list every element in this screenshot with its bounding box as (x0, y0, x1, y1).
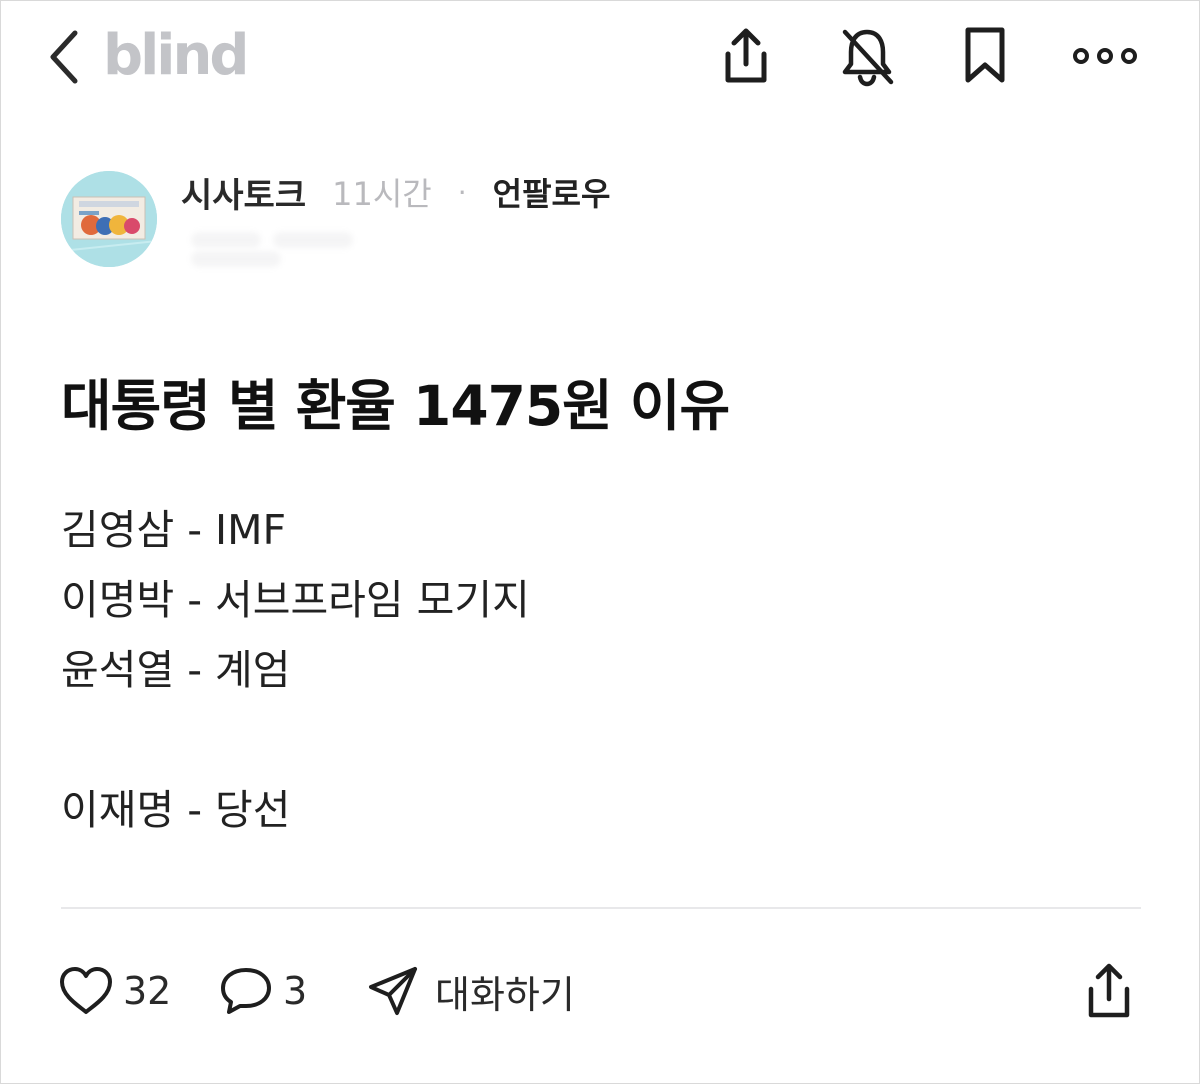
send-icon (369, 967, 417, 1015)
post-line: 이명박 - 서브프라임 모기지 (61, 576, 530, 624)
post-line: 이재명 - 당선 (61, 786, 291, 834)
comment-button[interactable]: 3 (217, 951, 307, 1031)
chat-button[interactable]: 대화하기 (365, 951, 575, 1031)
separator-dot: · (457, 175, 467, 209)
post-body: 김영삼 - IMF 이명박 - 서브프라임 모기지 윤석열 - 계엄 이재명 -… (61, 495, 530, 845)
like-button[interactable]: 32 (57, 951, 171, 1031)
comment-count: 3 (283, 969, 308, 1013)
divider (61, 907, 1141, 909)
share-icon (1088, 963, 1130, 1018)
share-icon[interactable] (711, 21, 781, 91)
bookmark-icon[interactable] (950, 21, 1020, 91)
comment-icon (221, 968, 271, 1014)
channel-name[interactable]: 시사토크 (181, 168, 306, 217)
brand-logo: blind (103, 23, 249, 88)
unfollow-button[interactable]: 언팔로우 (493, 169, 611, 215)
bell-off-icon[interactable] (832, 21, 902, 91)
post-page: blind 시사토크 11시간 · 언팔로우 대통령 별 환율 1475원 이유… (0, 0, 1200, 1084)
author-line: 시사토크 11시간 · 언팔로우 (181, 167, 610, 217)
more-icon[interactable] (1070, 21, 1140, 91)
chat-label: 대화하기 (435, 972, 575, 1017)
heart-icon (60, 967, 112, 1014)
top-bar: blind (1, 1, 1199, 113)
post-line: 윤석열 - 계엄 (61, 646, 291, 694)
redacted-author-info (191, 229, 461, 267)
post-time: 11시간 (332, 175, 432, 213)
back-icon[interactable] (41, 25, 91, 89)
post-line: 김영삼 - IMF (61, 506, 287, 554)
avatar[interactable] (61, 171, 157, 267)
post-title: 대통령 별 환율 1475원 이유 (61, 374, 730, 438)
share-post-button[interactable] (1081, 951, 1137, 1031)
like-count: 32 (123, 969, 172, 1013)
action-bar: 32 3 대화하기 (1, 951, 1199, 1031)
